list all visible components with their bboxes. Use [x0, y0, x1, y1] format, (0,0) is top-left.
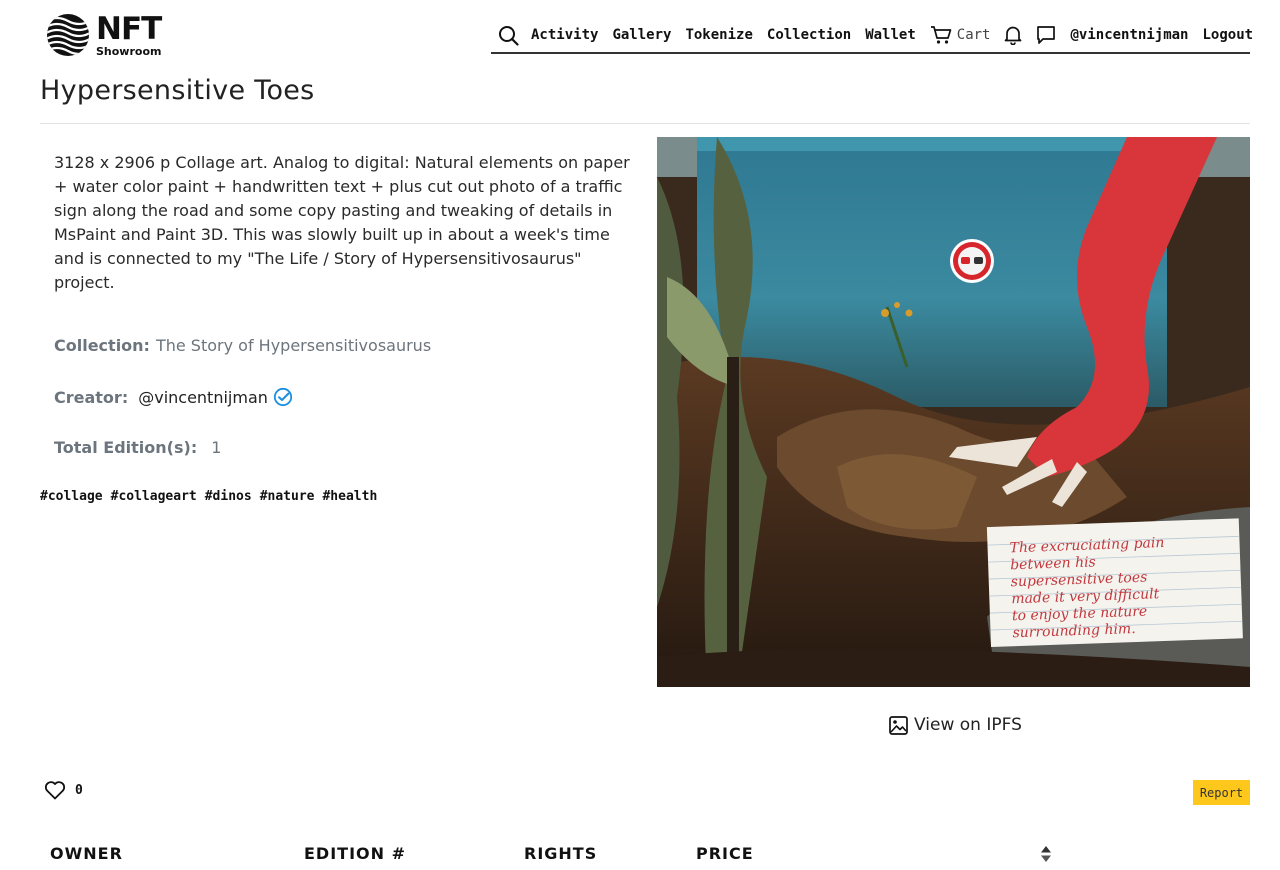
- collection-link[interactable]: The Story of Hypersensitivosaurus: [156, 336, 431, 355]
- nav-username[interactable]: @vincentnijman: [1070, 27, 1188, 43]
- column-header-owner[interactable]: OWNER: [50, 844, 123, 863]
- artwork-description: 3128 x 2906 p Collage art. Analog to dig…: [54, 153, 630, 292]
- nav-activity[interactable]: Activity: [531, 27, 598, 43]
- tag-dinos[interactable]: #dinos: [205, 489, 252, 504]
- nav-wallet[interactable]: Wallet: [865, 27, 916, 43]
- view-on-ipfs-link[interactable]: View on IPFS: [889, 715, 1022, 735]
- cart-icon: [930, 26, 952, 44]
- tag-collageart[interactable]: #collageart: [111, 489, 197, 504]
- nav-gallery[interactable]: Gallery: [612, 27, 671, 43]
- top-nav: Activity Gallery Tokenize Collection Wal…: [491, 18, 1253, 54]
- artwork-image[interactable]: The excruciating pain between his supers…: [657, 137, 1250, 687]
- nav-logout[interactable]: Logout: [1203, 27, 1254, 43]
- title-divider: [40, 123, 1250, 124]
- editions-row: Total Edition(s): 1: [54, 438, 221, 457]
- column-header-edition[interactable]: EDITION #: [304, 844, 406, 863]
- artwork-collage: The excruciating pain between his supers…: [657, 137, 1250, 687]
- creator-row: Creator: @vincentnijman: [54, 387, 293, 407]
- logo-mark-icon: [47, 14, 89, 56]
- tag-nature[interactable]: #nature: [260, 489, 315, 504]
- tag-collage[interactable]: #collage: [40, 489, 103, 504]
- collection-row: Collection: The Story of Hypersensitivos…: [54, 336, 431, 355]
- report-button[interactable]: Report: [1193, 780, 1250, 805]
- logo-title: NFT: [96, 10, 162, 47]
- tag-list: #collage #collageart #dinos #nature #hea…: [40, 489, 385, 504]
- like-button[interactable]: 0: [44, 780, 83, 800]
- verified-check-icon: [273, 387, 292, 407]
- sort-icon[interactable]: [1039, 845, 1053, 863]
- image-icon: [889, 715, 908, 735]
- page-title: Hypersensitive Toes: [40, 75, 315, 106]
- nav-tokenize[interactable]: Tokenize: [685, 27, 752, 43]
- creator-label: Creator:: [54, 387, 129, 407]
- logo-subtitle: Showroom: [96, 44, 162, 58]
- column-header-price[interactable]: PRICE: [696, 844, 754, 863]
- site-logo[interactable]: NFT Showroom: [46, 12, 176, 58]
- nav-collection[interactable]: Collection: [767, 27, 851, 43]
- bell-icon[interactable]: [1004, 24, 1022, 46]
- column-header-rights[interactable]: RIGHTS: [524, 844, 597, 863]
- likes-count: 0: [75, 782, 83, 798]
- nav-cart[interactable]: Cart: [930, 25, 991, 45]
- tag-health[interactable]: #health: [322, 489, 377, 504]
- collection-label: Collection:: [54, 336, 150, 355]
- heart-icon: [44, 781, 66, 800]
- ipfs-label: View on IPFS: [914, 715, 1022, 735]
- cart-label: Cart: [956, 27, 991, 43]
- creator-link[interactable]: @vincentnijman: [138, 388, 268, 407]
- editions-value: 1: [211, 438, 222, 457]
- chat-icon[interactable]: [1036, 24, 1056, 46]
- note-line-2: between his: [1010, 554, 1096, 573]
- search-icon[interactable]: [498, 24, 519, 46]
- editions-label: Total Edition(s):: [54, 438, 198, 457]
